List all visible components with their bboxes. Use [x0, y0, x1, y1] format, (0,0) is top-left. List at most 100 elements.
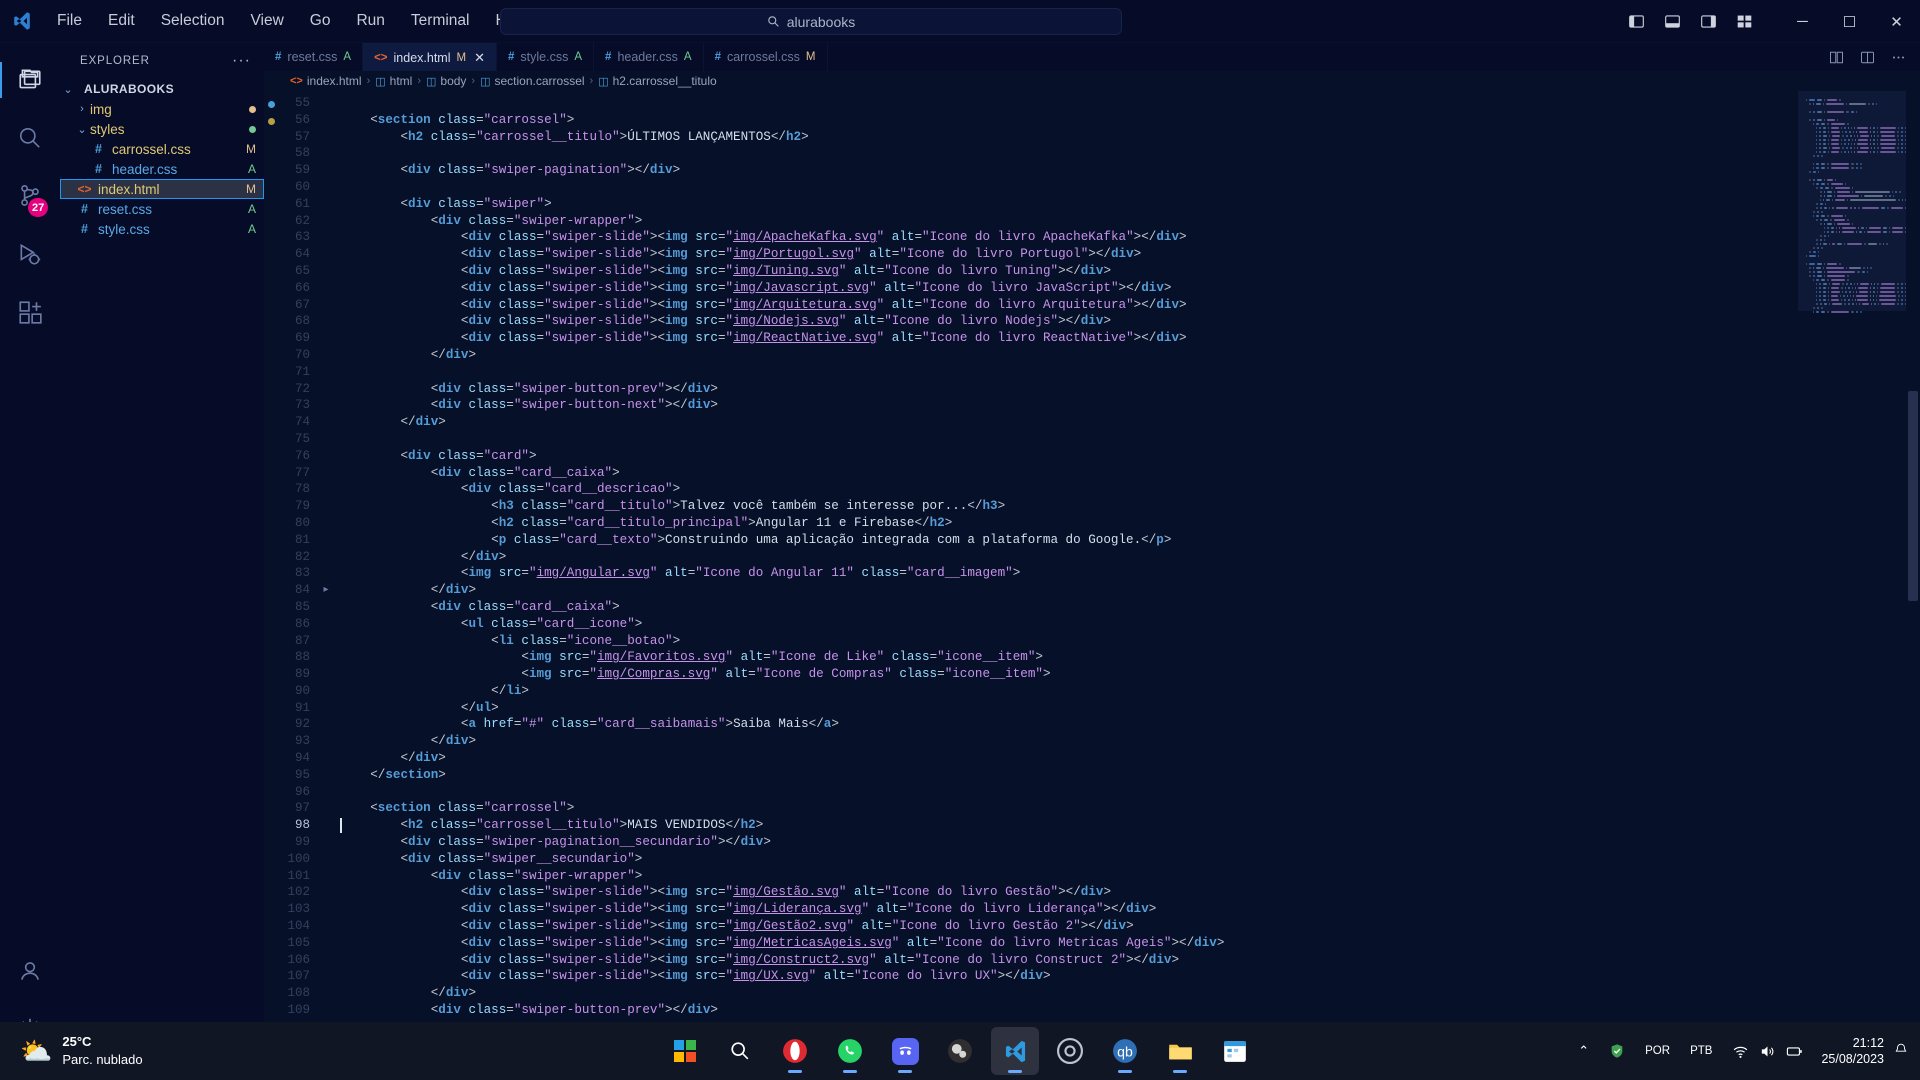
- fold-marker[interactable]: [320, 817, 332, 834]
- code-line[interactable]: <div class="swiper">: [340, 196, 1798, 213]
- code-line[interactable]: <div class="swiper__secundario">: [340, 851, 1798, 868]
- code-line[interactable]: [340, 145, 1798, 162]
- toggle-panel-icon[interactable]: [1664, 13, 1681, 30]
- fold-marker[interactable]: [320, 112, 332, 129]
- breadcrumb-item-h2[interactable]: ◫ h2.carrossel__titulo: [598, 74, 716, 88]
- scrollbar-thumb[interactable]: [1908, 391, 1918, 601]
- fold-marker[interactable]: [320, 431, 332, 448]
- fold-marker[interactable]: [320, 313, 332, 330]
- fold-marker[interactable]: [320, 364, 332, 381]
- fold-marker[interactable]: [320, 280, 332, 297]
- menu-run[interactable]: Run: [343, 8, 397, 34]
- fold-marker[interactable]: [320, 1002, 332, 1019]
- tree-item-index-html[interactable]: <> index.html M: [60, 179, 264, 199]
- fold-marker[interactable]: [320, 935, 332, 952]
- activity-explorer[interactable]: [0, 51, 60, 109]
- code-line[interactable]: <div class="swiper-pagination"></div>: [340, 162, 1798, 179]
- fold-marker[interactable]: [320, 968, 332, 985]
- menu-edit[interactable]: Edit: [95, 8, 148, 34]
- fold-marker[interactable]: [320, 347, 332, 364]
- file-explorer-icon[interactable]: [1156, 1027, 1204, 1075]
- code-line[interactable]: <div class="card__caixa">: [340, 465, 1798, 482]
- code-line[interactable]: <section class="carrossel">: [340, 800, 1798, 817]
- menu-view[interactable]: View: [237, 8, 296, 34]
- fold-marker[interactable]: [320, 666, 332, 683]
- fold-marker[interactable]: [320, 952, 332, 969]
- code-line[interactable]: </div>: [340, 549, 1798, 566]
- code-line[interactable]: <p class="card__texto">Construindo uma a…: [340, 532, 1798, 549]
- taskbar-clock[interactable]: 21:12 25/08/2023: [1815, 1035, 1890, 1068]
- fold-marker[interactable]: [320, 700, 332, 717]
- code-editor[interactable]: 55 56 57 58 59 60 61 62 63 64 65 66 67 68 69 70 71 72 73 74…: [264, 91, 1920, 1058]
- obs-studio-icon[interactable]: [936, 1027, 984, 1075]
- code-line[interactable]: <div class="card">: [340, 448, 1798, 465]
- opera-icon[interactable]: [771, 1027, 819, 1075]
- code-line[interactable]: <h2 class="card__titulo_principal">Angul…: [340, 515, 1798, 532]
- code-line[interactable]: <img src="img/Compras.svg" alt="Icone de…: [340, 666, 1798, 683]
- fold-marker[interactable]: [320, 381, 332, 398]
- minimap-slider[interactable]: [1798, 91, 1906, 311]
- breadcrumb-item-html[interactable]: ◫ html: [375, 74, 412, 88]
- calendar-icon[interactable]: [1211, 1027, 1259, 1075]
- editor-vertical-scrollbar[interactable]: [1906, 91, 1920, 1058]
- code-line[interactable]: </div>: [340, 347, 1798, 364]
- fold-marker[interactable]: [320, 616, 332, 633]
- tree-root-alurabooks[interactable]: ⌄ ALURABOOKS: [60, 79, 264, 99]
- code-line[interactable]: </li>: [340, 683, 1798, 700]
- activity-run-debug[interactable]: [0, 225, 60, 283]
- code-line[interactable]: <h2 class="carrossel__titulo">MAIS VENDI…: [340, 817, 1798, 834]
- code-line[interactable]: [340, 364, 1798, 381]
- code-line[interactable]: [340, 179, 1798, 196]
- tray-quick-settings[interactable]: [1724, 1043, 1811, 1060]
- window-close-button[interactable]: ✕: [1873, 0, 1920, 43]
- tree-item-styles[interactable]: ⌄ styles: [60, 119, 264, 139]
- code-line[interactable]: <div class="swiper-slide"><img src="img/…: [340, 263, 1798, 280]
- code-line[interactable]: [340, 95, 1798, 112]
- split-editor-icon[interactable]: [1860, 50, 1875, 65]
- fold-marker[interactable]: [320, 498, 332, 515]
- open-changes-icon[interactable]: [1829, 50, 1844, 65]
- code-line[interactable]: </div>: [340, 414, 1798, 431]
- fold-marker[interactable]: [320, 767, 332, 784]
- customize-layout-icon[interactable]: [1736, 13, 1753, 30]
- tree-item-carrossel-css[interactable]: # carrossel.css M: [60, 139, 264, 159]
- fold-marker[interactable]: [320, 196, 332, 213]
- fold-marker[interactable]: [320, 532, 332, 549]
- code-line[interactable]: </div>: [340, 985, 1798, 1002]
- fold-marker[interactable]: [320, 918, 332, 935]
- fold-marker[interactable]: [320, 229, 332, 246]
- code-line[interactable]: <div class="swiper-button-prev"></div>: [340, 381, 1798, 398]
- fold-marker[interactable]: [320, 414, 332, 431]
- code-line[interactable]: <div class="swiper-slide"><img src="img/…: [340, 952, 1798, 969]
- code-line[interactable]: <h3 class="card__titulo">Talvez você tam…: [340, 498, 1798, 515]
- start-windows-icon[interactable]: [661, 1027, 709, 1075]
- code-line[interactable]: <div class="swiper-slide"><img src="img/…: [340, 935, 1798, 952]
- activity-search[interactable]: [0, 109, 60, 167]
- explorer-more-actions-icon[interactable]: ···: [227, 52, 256, 70]
- fold-marker[interactable]: [320, 515, 332, 532]
- code-line[interactable]: </div>: [340, 582, 1798, 599]
- activity-extensions[interactable]: [0, 283, 60, 341]
- tab-carrossel-css[interactable]: # carrossel.css M: [703, 43, 828, 71]
- fold-marker[interactable]: [320, 851, 332, 868]
- fold-marker[interactable]: [320, 246, 332, 263]
- code-line[interactable]: <li class="icone__botao">: [340, 633, 1798, 650]
- breadcrumb-item-section[interactable]: ◫ section.carrossel: [480, 74, 584, 88]
- vscode-icon[interactable]: [991, 1027, 1039, 1075]
- fold-marker[interactable]: [320, 649, 332, 666]
- activity-accounts[interactable]: [0, 942, 60, 1000]
- menu-terminal[interactable]: Terminal: [398, 8, 483, 34]
- toggle-secondary-sidebar-icon[interactable]: [1700, 13, 1717, 30]
- more-actions-icon[interactable]: [1891, 50, 1906, 65]
- fold-marker[interactable]: [320, 145, 332, 162]
- taskbar-weather-widget[interactable]: ⛅ 25°C Parc. nublado: [0, 1033, 350, 1068]
- code-line[interactable]: </div>: [340, 733, 1798, 750]
- tree-item-reset-css[interactable]: # reset.css A: [60, 199, 264, 219]
- window-minimize-button[interactable]: ─: [1779, 0, 1826, 43]
- code-line[interactable]: [340, 784, 1798, 801]
- tray-overflow-button[interactable]: ⌃: [1570, 1043, 1597, 1059]
- code-line[interactable]: <img src="img/Favoritos.svg" alt="Icone …: [340, 649, 1798, 666]
- code-line[interactable]: </section>: [340, 767, 1798, 784]
- code-line[interactable]: <ul class="card__icone">: [340, 616, 1798, 633]
- fold-marker[interactable]: [320, 213, 332, 230]
